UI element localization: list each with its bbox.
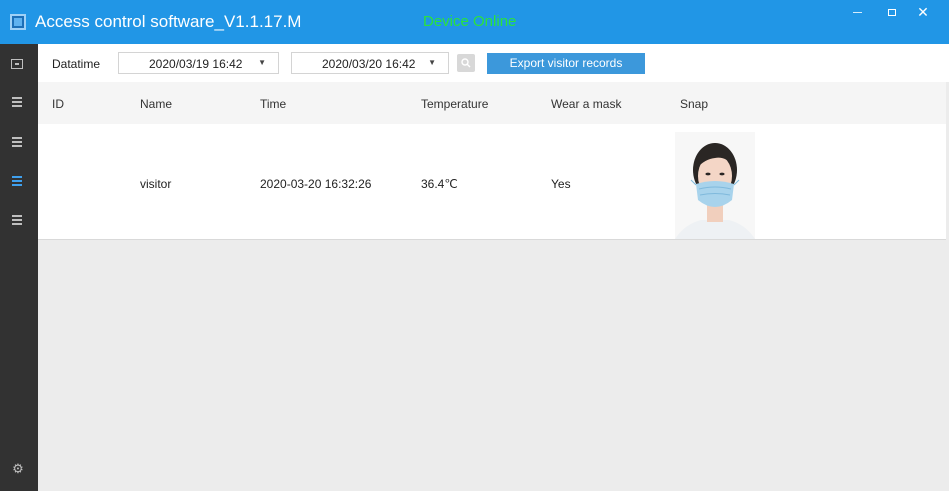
close-button[interactable]: ✕ <box>914 3 932 20</box>
end-datetime-dropdown[interactable]: 2020/03/20 16:42 ▼ <box>291 52 449 74</box>
header-time[interactable]: Time <box>260 97 286 111</box>
table-row[interactable]: visitor 2020-03-20 16:32:26 36.4℃ Yes <box>38 125 946 240</box>
start-datetime-value: 2020/03/19 16:42 <box>149 57 243 71</box>
list-icon <box>12 97 22 109</box>
sidebar-item-visitor-records[interactable] <box>10 176 26 190</box>
filter-bar: Datatime 2020/03/19 16:42 ▼ 2020/03/20 1… <box>38 44 949 82</box>
cell-temperature: 36.4℃ <box>421 177 458 191</box>
visitor-snapshot-image <box>675 132 755 239</box>
table-header: ID Name Time Temperature Wear a mask Sna… <box>38 82 946 124</box>
search-icon <box>461 58 471 68</box>
maximize-button[interactable] <box>883 6 901 20</box>
app-logo-icon <box>10 14 26 30</box>
chevron-down-icon: ▼ <box>428 58 436 67</box>
header-wear-a-mask[interactable]: Wear a mask <box>551 97 621 111</box>
end-datetime-value: 2020/03/20 16:42 <box>322 57 416 71</box>
minimize-button[interactable] <box>849 6 867 20</box>
datetime-label: Datatime <box>52 57 101 71</box>
app-title: Access control software_V1.1.17.M <box>35 12 302 31</box>
header-snap[interactable]: Snap <box>680 97 708 111</box>
title-bar: Access control software_V1.1.17.M Device… <box>0 0 949 44</box>
device-status: Device Online <box>423 13 517 30</box>
list-icon <box>12 137 22 149</box>
sidebar: ⚙ <box>0 44 38 491</box>
sidebar-item-1[interactable] <box>10 97 26 111</box>
export-visitor-records-button[interactable]: Export visitor records <box>487 53 645 74</box>
sidebar-item-4[interactable] <box>10 215 26 229</box>
device-icon <box>11 59 23 69</box>
header-id[interactable]: ID <box>52 97 64 111</box>
header-temperature[interactable]: Temperature <box>421 97 488 111</box>
list-icon <box>12 215 22 227</box>
gear-icon[interactable]: ⚙ <box>11 462 25 476</box>
chevron-down-icon: ▼ <box>258 58 266 67</box>
sidebar-item-device[interactable] <box>10 58 26 72</box>
search-button[interactable] <box>457 54 475 72</box>
sidebar-item-2[interactable] <box>10 137 26 151</box>
header-name[interactable]: Name <box>140 97 172 111</box>
cell-name: visitor <box>140 177 172 191</box>
start-datetime-dropdown[interactable]: 2020/03/19 16:42 ▼ <box>118 52 279 74</box>
cell-wear-a-mask: Yes <box>551 177 571 191</box>
visitor-records-table: ID Name Time Temperature Wear a mask Sna… <box>38 82 946 240</box>
cell-time: 2020-03-20 16:32:26 <box>260 177 372 191</box>
list-icon <box>12 176 22 188</box>
